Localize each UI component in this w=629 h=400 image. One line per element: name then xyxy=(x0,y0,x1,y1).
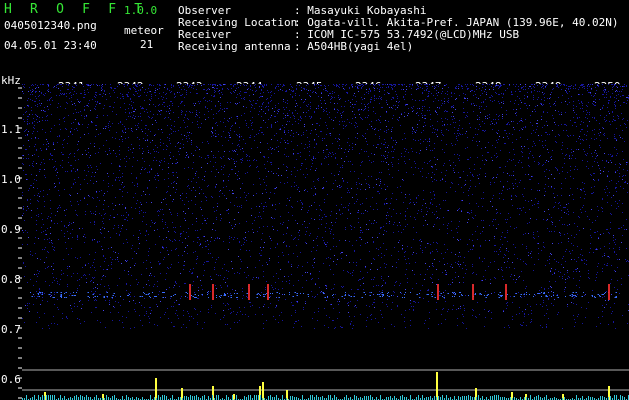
meteor-echo xyxy=(472,284,474,300)
antenna-label: Receiving antenna xyxy=(178,40,291,53)
level-spike xyxy=(155,378,157,400)
spectrogram-canvas xyxy=(22,84,629,400)
app-version: 1.0.0 xyxy=(124,4,158,17)
meteor-echo xyxy=(212,284,214,300)
meteor-echo xyxy=(248,284,250,300)
meteor-label: meteor xyxy=(124,24,164,37)
meteor-echo xyxy=(437,284,439,300)
level-spike xyxy=(436,372,438,400)
filename: 0405012340.png xyxy=(4,19,97,32)
antenna-value: : A504HB(yagi 4el) xyxy=(294,40,414,53)
spectrogram-background xyxy=(22,84,629,400)
meteor-echo xyxy=(505,284,507,300)
meteor-echo xyxy=(189,284,191,300)
datetime: 04.05.01 23:40 xyxy=(4,39,97,52)
frequency-axis-ticks xyxy=(18,87,22,399)
meteor-echo xyxy=(267,284,269,300)
meteor-count: 21 xyxy=(140,38,154,51)
level-spike xyxy=(262,382,264,400)
meteor-echo xyxy=(608,284,610,300)
